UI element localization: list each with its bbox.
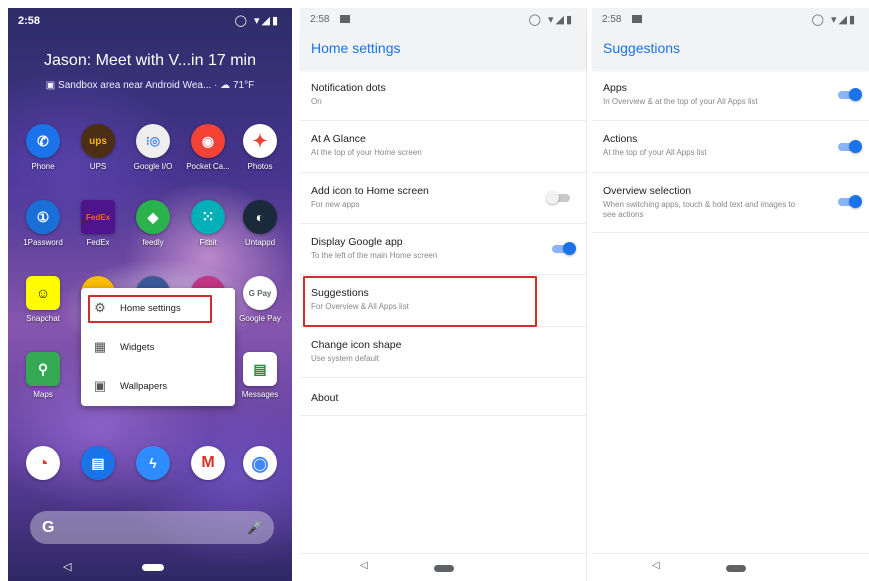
status-time: 2:58: [602, 14, 622, 25]
app-photos[interactable]: ✦ Photos: [230, 124, 290, 171]
app-google-io[interactable]: ⁝◎ Google I/O: [123, 124, 183, 171]
status-icons: ◯ ▾◢▮: [234, 15, 280, 27]
apps-suggestions-toggle[interactable]: [838, 88, 862, 101]
feedly-icon: ◆: [136, 200, 170, 234]
status-time: 2:58: [310, 14, 330, 25]
home-pill[interactable]: [142, 564, 164, 571]
setting-notification-dots[interactable]: Notification dots On: [300, 70, 586, 121]
google-search-bar[interactable]: G 🎤: [30, 511, 274, 544]
widgets-icon: ▦: [93, 339, 107, 354]
app-maps[interactable]: ⚲ Maps: [13, 352, 73, 399]
fitbit-icon: ⁙: [191, 200, 225, 234]
status-icons: ◯ ▾◢▮: [811, 14, 857, 26]
menu-item-wallpapers[interactable]: ▣ Wallpapers: [81, 368, 235, 404]
at-a-glance-event[interactable]: Jason: Meet with V...in 17 min: [8, 52, 292, 70]
app-feedly[interactable]: ◆ feedly: [123, 200, 183, 247]
display-google-app-toggle[interactable]: [552, 242, 576, 255]
messenger-icon: ϟ: [136, 446, 170, 480]
status-bar: 2:58 ◯ ▾◢▮: [592, 8, 869, 30]
setting-about[interactable]: About: [300, 378, 586, 416]
home-screen: 2:58 ◯ ▾◢▮ Jason: Meet with V...in 17 mi…: [8, 8, 292, 581]
dock-app-messenger[interactable]: ϟ: [123, 446, 183, 480]
notification-icon: [340, 15, 351, 23]
messages-icon: ▤: [243, 352, 277, 386]
notification-icon: [632, 15, 643, 23]
app-1password[interactable]: ① 1Password: [13, 200, 73, 247]
google-g-icon: G: [42, 518, 55, 536]
messages-icon: ▤: [81, 446, 115, 480]
google-pay-icon: G Pay: [243, 276, 277, 310]
app-pocket-casts[interactable]: ◉ Pocket Ca...: [178, 124, 238, 171]
status-icons: ◯ ▾◢▮: [528, 14, 574, 26]
fedex-icon: FedEx: [81, 200, 115, 234]
status-bar: 2:58 ◯ ▾◢▮: [300, 8, 586, 30]
dock-app-gmail[interactable]: M: [178, 446, 238, 480]
add-icon-toggle[interactable]: [546, 191, 570, 204]
pocket-casts-icon: ◉: [191, 124, 225, 158]
suggestion-apps[interactable]: Apps In Overview & at the top of your Al…: [592, 70, 869, 121]
dock-app-2[interactable]: ▤: [68, 446, 128, 480]
nav-bar: ◁: [592, 553, 869, 581]
setting-display-google-app[interactable]: Display Google app To the left of the ma…: [300, 224, 586, 275]
nav-bar: ◁: [300, 553, 586, 581]
suggestion-actions[interactable]: Actions At the top of your All Apps list: [592, 121, 869, 173]
suggestions-screen: 2:58 ◯ ▾◢▮ Suggestions Apps In Overview …: [592, 8, 869, 581]
app-phone[interactable]: ✆ Phone: [13, 124, 73, 171]
back-icon[interactable]: ◁: [360, 560, 368, 571]
back-icon[interactable]: ◁: [63, 560, 71, 573]
dock-app-1[interactable]: ◔: [13, 446, 73, 480]
nav-bar: ◁: [8, 556, 292, 581]
app-untappd[interactable]: ◐ Untappd: [230, 200, 290, 247]
untappd-icon: ◐: [243, 200, 277, 234]
ups-icon: ups: [81, 124, 115, 158]
calendar-icon: ▣: [45, 80, 59, 91]
highlight-box-home-settings: [88, 295, 212, 323]
menu-item-widgets[interactable]: ▦ Widgets: [81, 329, 235, 365]
menu-item-label: Wallpapers: [120, 380, 168, 392]
menu-item-label: Widgets: [120, 341, 155, 353]
highlight-box-suggestions: [303, 276, 537, 327]
chrome-icon: ◉: [243, 446, 277, 480]
home-settings-screen: 2:58 ◯ ▾◢▮ Home settings Notification do…: [300, 8, 587, 581]
suggestion-overview-selection[interactable]: Overview selection When switching apps, …: [592, 173, 869, 233]
page-title: Home settings: [300, 30, 586, 70]
app-snapchat[interactable]: ☺ Snapchat: [13, 276, 73, 323]
dock-app-chrome[interactable]: ◉: [230, 446, 290, 480]
wallpaper-icon: ▣: [93, 378, 107, 393]
phone-icon: ✆: [26, 124, 60, 158]
setting-add-icon[interactable]: Add icon to Home screen For new apps: [300, 173, 586, 224]
at-a-glance-location-text: Sandbox area near Android Wea... · ☁ 71°…: [58, 80, 255, 91]
app-ups[interactable]: ups UPS: [68, 124, 128, 171]
at-a-glance-location[interactable]: ▣ Sandbox area near Android Wea... · ☁ 7…: [8, 80, 292, 91]
app-icon: ◔: [26, 446, 60, 480]
page-title: Suggestions: [592, 30, 869, 70]
back-icon[interactable]: ◁: [652, 560, 660, 571]
actions-suggestions-toggle[interactable]: [838, 140, 862, 153]
gmail-icon: M: [191, 446, 225, 480]
setting-change-icon-shape[interactable]: Change icon shape Use system default: [300, 327, 586, 378]
home-pill[interactable]: [726, 565, 746, 572]
app-fitbit[interactable]: ⁙ Fitbit: [178, 200, 238, 247]
home-pill[interactable]: [434, 565, 454, 572]
setting-at-a-glance[interactable]: At A Glance At the top of your Home scre…: [300, 121, 586, 173]
google-io-icon: ⁝◎: [136, 124, 170, 158]
overview-selection-toggle[interactable]: [838, 195, 862, 208]
app-google-pay[interactable]: G Pay Google Pay: [230, 276, 290, 323]
1password-icon: ①: [26, 200, 60, 234]
status-time: 2:58: [18, 15, 41, 27]
mic-icon[interactable]: 🎤: [247, 521, 262, 535]
app-messages[interactable]: ▤ Messages: [230, 352, 290, 399]
maps-icon: ⚲: [26, 352, 60, 386]
photos-icon: ✦: [243, 124, 277, 158]
app-fedex[interactable]: FedEx FedEx: [68, 200, 128, 247]
snapchat-icon: ☺: [26, 276, 60, 310]
